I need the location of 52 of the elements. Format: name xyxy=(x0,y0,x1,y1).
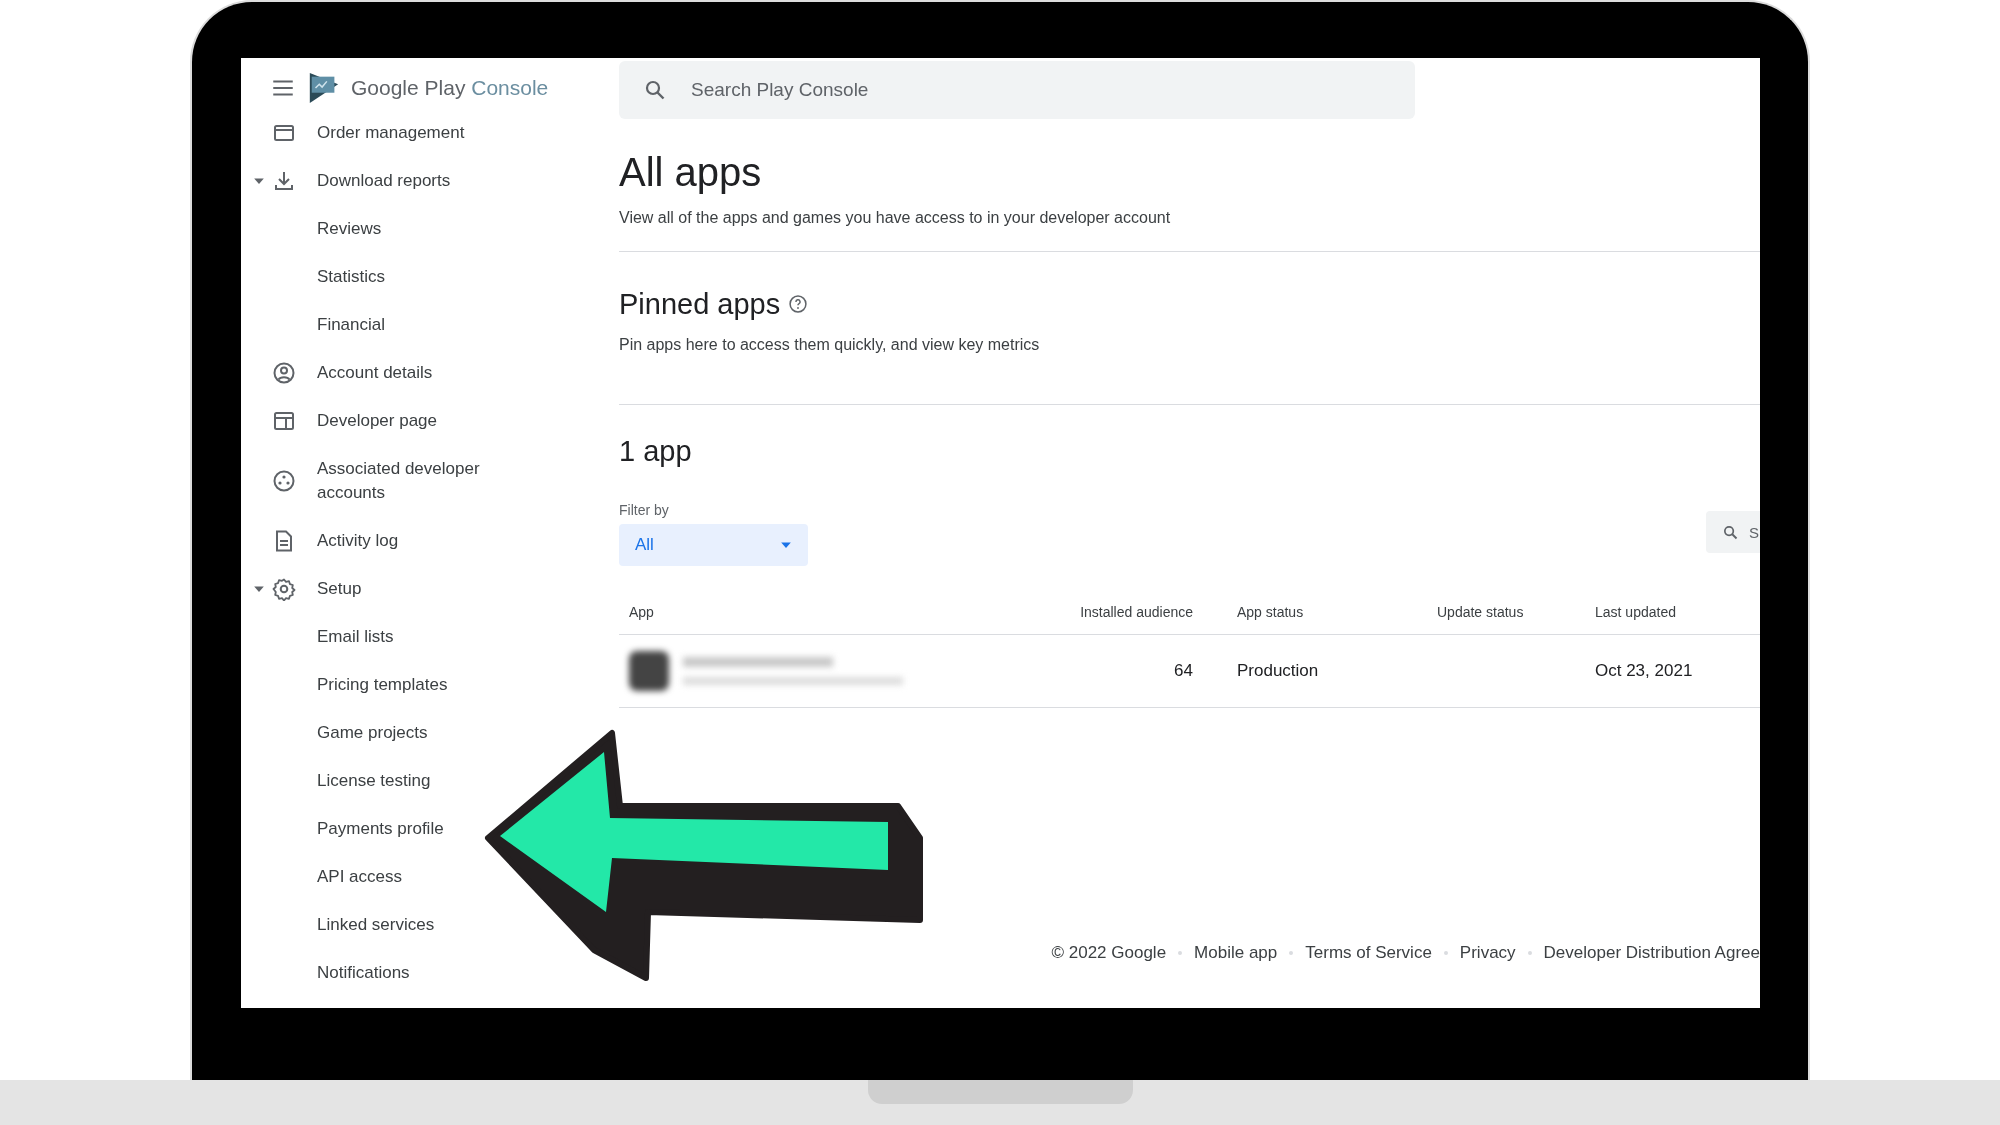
help-icon[interactable] xyxy=(788,294,809,314)
section-description: Pin apps here to access them quickly, and view key metrics xyxy=(619,335,1041,355)
group-circle-icon xyxy=(272,469,296,493)
column-header: Last updated xyxy=(1594,604,1677,620)
table-search-field[interactable]: S xyxy=(1706,511,1760,553)
column-header: App xyxy=(628,604,655,620)
section-title: Pinned apps xyxy=(619,287,781,322)
sidebar-item[interactable]: Notifications xyxy=(317,949,410,997)
sidebar-item[interactable]: Email lists xyxy=(317,613,394,661)
search-field[interactable]: Search Play Console xyxy=(619,61,1415,119)
search-placeholder: S xyxy=(1749,523,1759,541)
sidebar-item[interactable]: Pricing templates xyxy=(317,661,448,709)
page-description: View all of the apps and games you have access to in your developer account xyxy=(619,208,1172,228)
account-circle-icon xyxy=(272,361,296,385)
search-icon xyxy=(1722,523,1739,541)
footer-link[interactable]: Privacy xyxy=(1459,943,1516,963)
settings-icon xyxy=(272,577,296,601)
web-page-icon xyxy=(272,409,296,433)
sidebar-item[interactable]: Payments profile xyxy=(317,805,444,853)
table-cell-text: 64 xyxy=(1173,661,1193,681)
filter-dropdown[interactable]: All xyxy=(619,524,808,566)
search-icon xyxy=(643,78,667,102)
app-count: 1 app xyxy=(619,434,693,469)
sidebar-item[interactable]: License testing xyxy=(317,757,431,805)
column-header: Installed audience xyxy=(1079,604,1193,620)
sidebar-item[interactable]: Linked services xyxy=(317,901,435,949)
table-cell-text: Production xyxy=(1236,661,1320,681)
sidebar-item[interactable]: Activity log xyxy=(317,517,399,565)
sidebar-item[interactable]: Financial xyxy=(317,301,386,349)
sidebar-item[interactable]: Download reports xyxy=(317,157,451,205)
sidebar-item[interactable]: Game projects xyxy=(317,709,428,757)
footer-link[interactable]: Terms of Service xyxy=(1305,943,1432,963)
sidebar-item[interactable]: Associated developer accounts xyxy=(317,445,517,517)
sidebar-item[interactable]: Setup xyxy=(317,565,362,613)
sidebar-item[interactable]: Account details xyxy=(317,349,433,397)
column-header: Update status xyxy=(1436,604,1525,620)
sidebar-item[interactable]: Order management xyxy=(317,109,465,157)
product-name: Google Play Console xyxy=(351,76,549,100)
play-logo-icon xyxy=(307,71,341,105)
sidebar-item[interactable]: API access xyxy=(317,853,403,901)
footer-link[interactable]: Developer Distribution Agree xyxy=(1543,943,1760,963)
sidebar-item[interactable]: Statistics xyxy=(317,253,386,301)
blurred-app-icon xyxy=(629,651,669,691)
filter-label: Filter by xyxy=(619,502,670,518)
column-header: App status xyxy=(1236,604,1305,620)
table-cell-text: Oct 23, 2021 xyxy=(1594,661,1694,681)
copyright-text: © 2022 Google xyxy=(1051,943,1167,963)
page-title: All apps xyxy=(619,149,763,195)
footer-link[interactable]: Mobile app xyxy=(1194,943,1278,963)
sidebar-item[interactable]: Reviews xyxy=(317,205,382,253)
sidebar-item[interactable]: Developer page xyxy=(317,397,438,445)
download-icon xyxy=(272,169,296,193)
